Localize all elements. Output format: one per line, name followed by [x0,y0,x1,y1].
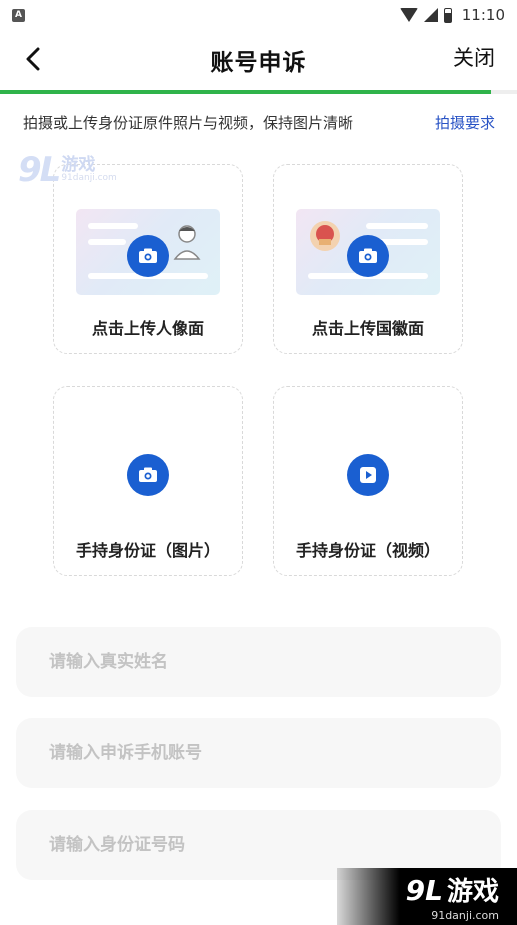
person-avatar-icon [173,225,201,260]
camera-icon [127,235,169,277]
upload-portrait-card[interactable]: 点击上传人像面 [53,164,243,354]
upload-emblem-card[interactable]: 点击上传国徽面 [273,164,463,354]
watermark-logo-mark: 9L [18,150,61,190]
page-title: 账号申诉 [210,50,307,76]
battery-icon [443,7,452,23]
camera-icon [127,454,169,496]
watermark-logo: 9L 游戏 91danji.com [18,150,117,190]
progress-bar [0,90,517,94]
notification-a-icon: A [12,8,25,22]
upload-handheld-video-label: 手持身份证（视频） [295,541,440,560]
watermark-name: 游戏 [61,155,96,175]
national-emblem-icon [310,221,340,251]
video-play-icon [347,454,389,496]
upload-portrait-label: 点击上传人像面 [91,319,204,338]
upload-handheld-photo-label: 手持身份证（图片） [75,541,220,560]
instruction-row: 拍摄或上传身份证原件照片与视频，保持图片清晰 拍摄要求 [23,112,495,133]
status-bar: A 11:10 [0,0,517,30]
watermark-banner-name: 游戏 [446,877,499,907]
appeal-phone-input[interactable] [16,718,501,788]
watermark-banner-logo-mark: 9L [405,874,443,907]
progress-fill [0,90,492,94]
watermark-url: 91danji.com [61,173,117,183]
watermark-banner: 9L 游戏 91danji.com [337,868,517,925]
upload-emblem-label: 点击上传国徽面 [311,319,424,338]
camera-icon [347,235,389,277]
close-button[interactable]: 关闭 [453,42,495,72]
nav-bar: 账号申诉 关闭 [0,30,517,90]
status-time: 11:10 [461,6,505,24]
back-button[interactable] [18,44,48,74]
signal-icon [423,8,438,22]
instruction-text: 拍摄或上传身份证原件照片与视频，保持图片清晰 [23,114,354,132]
upload-handheld-video-card[interactable]: 手持身份证（视频） [273,386,463,576]
upload-handheld-photo-card[interactable]: 手持身份证（图片） [53,386,243,576]
chevron-left-icon [26,47,40,71]
photo-requirements-link[interactable]: 拍摄要求 [435,112,495,133]
status-icons: 11:10 [399,6,505,24]
watermark-banner-url: 91danji.com [431,909,499,922]
real-name-input[interactable] [16,627,501,697]
wifi-icon [399,8,418,22]
